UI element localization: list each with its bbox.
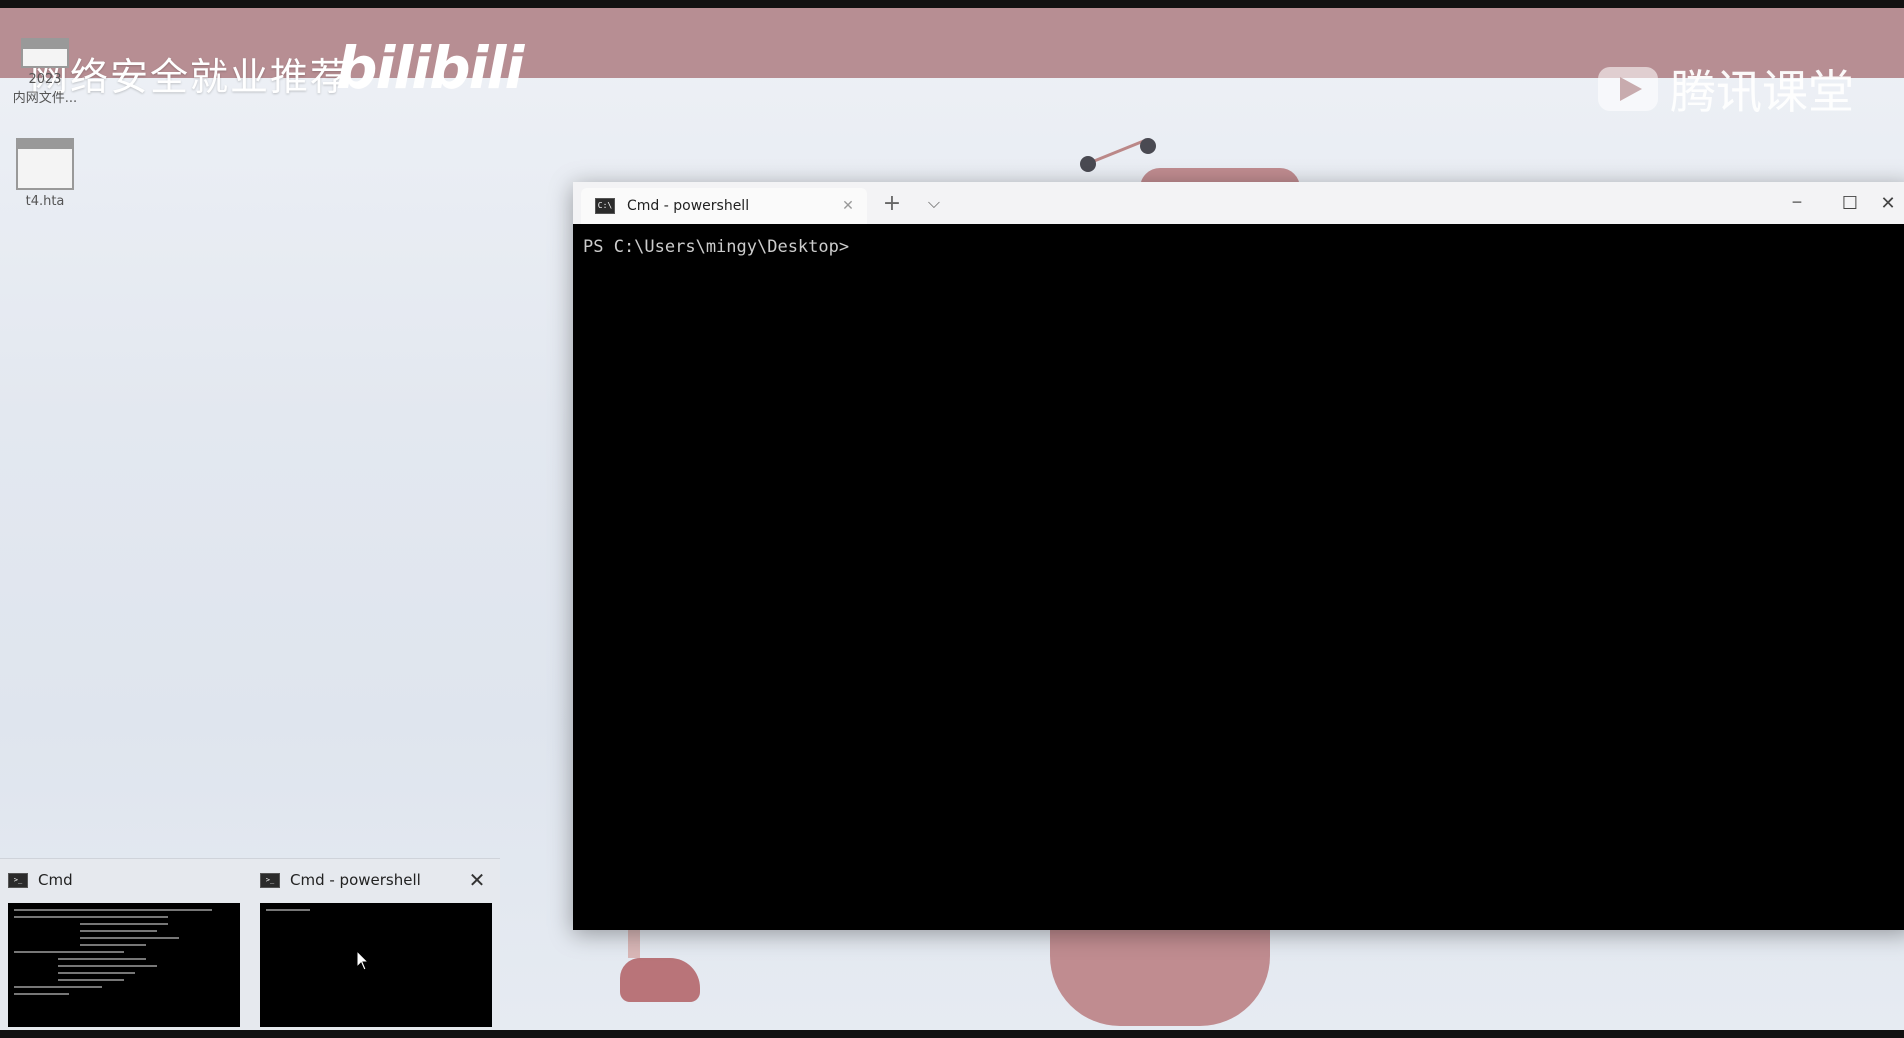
preview-text-lines [14,909,234,1000]
terminal-titlebar[interactable]: C:\ Cmd - powershell ✕ + ⌵ ─ ☐ ✕ [573,182,1904,224]
cmd-icon: >_ [260,872,280,888]
wallpaper-decoration [1050,926,1270,1026]
play-logo-icon [1598,67,1658,111]
tab-dropdown-button[interactable]: ⌵ [913,182,955,224]
tab-cmd-powershell[interactable]: C:\ Cmd - powershell ✕ [581,188,867,224]
wallpaper-decoration [1080,156,1096,172]
window-file-icon [21,38,69,68]
letterbox-bottom [0,1030,1904,1038]
watermark-right-text: 腾讯课堂 [1670,65,1854,119]
letterbox-top [0,0,1904,8]
wallpaper-decoration [1140,138,1156,154]
preview-text-lines [266,909,486,916]
thumbnail-header: >_ Cmd - powershell ✕ [260,868,488,892]
desktop-icon-hta[interactable]: t4.hta [0,138,90,209]
thumbnail-close-icon[interactable]: ✕ [466,868,488,892]
shell-prompt: PS C:\Users\mingy\Desktop> [583,237,850,257]
thumbnail-cmd-powershell[interactable]: >_ Cmd - powershell ✕ [252,859,496,1031]
wallpaper-decoration [620,958,700,1002]
tencent-classroom-watermark: 腾讯课堂 [1598,56,1854,122]
tab-close-icon[interactable]: ✕ [835,198,861,214]
thumbnail-preview[interactable] [260,903,492,1027]
minimize-button[interactable]: ─ [1774,182,1820,224]
bilibili-logo: bilibili [336,34,524,102]
cmd-icon: >_ [8,872,28,888]
thumbnail-title: Cmd - powershell [290,871,421,889]
thumbnail-header: >_ Cmd [8,869,236,891]
wallpaper-decoration [1087,139,1145,165]
new-tab-button[interactable]: + [871,182,913,224]
thumbnail-preview[interactable] [8,903,240,1027]
thumbnail-cmd[interactable]: >_ Cmd [0,859,244,1031]
desktop-icon-folder[interactable]: 2023 内网文件... [0,38,90,106]
thumbnail-title: Cmd [38,871,73,889]
desktop-icon-label: 2023 [28,72,62,87]
desktop-icon-label: 内网文件... [12,91,78,106]
terminal-console[interactable]: PS C:\Users\mingy\Desktop> [573,224,1904,930]
taskbar-thumbnail-popup: >_ Cmd >_ Cmd - powershell ✕ [0,858,500,1031]
tab-label: Cmd - powershell [627,198,750,214]
terminal-window[interactable]: C:\ Cmd - powershell ✕ + ⌵ ─ ☐ ✕ PS C:\U… [573,182,1904,930]
desktop-icon-label: t4.hta [25,194,65,209]
hta-file-icon [16,138,74,190]
mouse-cursor-icon [356,950,370,971]
wallpaper-decoration [628,928,640,958]
close-button[interactable]: ✕ [1863,182,1904,224]
terminal-icon: C:\ [595,198,615,214]
